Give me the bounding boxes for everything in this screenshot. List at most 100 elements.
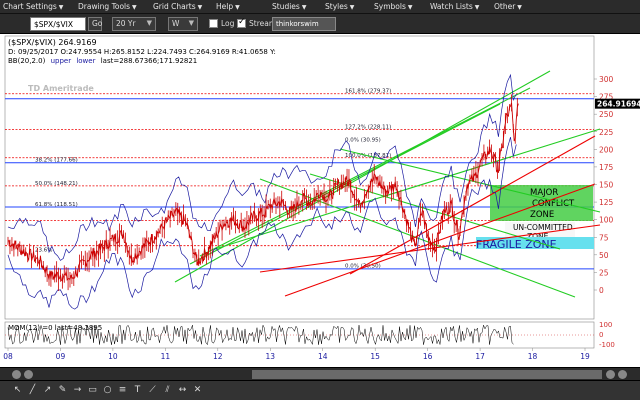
y-tick-label: 225 xyxy=(599,128,614,137)
y-tick-label: 300 xyxy=(599,75,614,84)
circle-tool-icon[interactable]: ○ xyxy=(102,385,113,396)
y-tick-label: 75 xyxy=(599,233,609,242)
y-tick-label: 25 xyxy=(599,268,609,277)
menu-help[interactable]: Help ▼ xyxy=(216,2,240,11)
momentum-legend: MOM(12) =0 last=48.1895 xyxy=(8,324,102,332)
chevron-down-icon: ▼ xyxy=(301,4,307,11)
chevron-down-icon: ▼ xyxy=(235,4,240,11)
fib-label: 0.0% (30.95) xyxy=(345,137,381,143)
menu-label: Studies xyxy=(272,2,300,11)
go-button[interactable]: Go xyxy=(88,17,102,31)
fib-label: 50.0% (148.21) xyxy=(35,181,78,187)
menu-label: Symbols xyxy=(374,2,406,11)
text-tool-icon[interactable]: T xyxy=(132,385,143,396)
x-tick-label: 18 xyxy=(528,352,538,361)
y-tick-label: 175 xyxy=(599,163,614,172)
uncommitted-zone-text: UN-COMMITTED xyxy=(513,223,573,232)
chevron-down-icon: ▼ xyxy=(517,4,522,11)
pointer-tool-icon[interactable]: ↖ xyxy=(12,385,23,396)
menu-grid-charts[interactable]: Grid Charts ▼ xyxy=(153,2,202,11)
menu-watch-lists[interactable]: Watch Lists ▼ xyxy=(430,2,479,11)
menu-bar: Chart Settings ▼ Drawing Tools ▼ Grid Charts… xyxy=(0,0,640,14)
mom-label: MOM(12) xyxy=(8,324,40,332)
bb-legend: BB(20,2.0) upper lower last=288.67366;17… xyxy=(8,57,197,65)
period-select[interactable]: 20 Yr ▼ xyxy=(112,17,156,31)
mom-tick-label: 0 xyxy=(599,331,603,339)
y-tick-label: 200 xyxy=(599,145,614,154)
menu-styles[interactable]: Styles ▼ xyxy=(325,2,354,11)
fib-label: 38.2% (177.66) xyxy=(35,158,78,164)
chevron-down-icon: ▼ xyxy=(474,4,480,11)
chevron-down-icon: ▼ xyxy=(349,4,355,11)
symbol-header: ($SPX/$VIX) 264.9169 xyxy=(8,38,97,47)
y-tick-label: 150 xyxy=(599,181,614,190)
bb-last: last=288.67366;171.92821 xyxy=(101,57,198,65)
clear-tool-icon[interactable]: ✕ xyxy=(192,385,203,396)
menu-label: Watch Lists xyxy=(430,2,473,11)
x-tick-label: 08 xyxy=(3,352,13,361)
menu-drawing-tools[interactable]: Drawing Tools ▼ xyxy=(78,2,137,11)
scroll-left-button[interactable] xyxy=(12,370,21,379)
arrow-tool-icon[interactable]: ↗ xyxy=(42,385,53,396)
menu-symbols[interactable]: Symbols ▼ xyxy=(374,2,412,11)
rectangle-tool-icon[interactable]: ▭ xyxy=(87,385,98,396)
period-value: 20 Yr xyxy=(116,19,136,28)
chart-scrollbar[interactable] xyxy=(0,367,640,380)
symbol-input[interactable] xyxy=(30,17,86,31)
stream-checkbox[interactable] xyxy=(237,17,246,28)
log-label: Log xyxy=(221,19,235,28)
log-checkbox[interactable] xyxy=(209,19,218,28)
chevron-down-icon: ▼ xyxy=(197,4,203,11)
chevron-down-icon: ▼ xyxy=(58,4,64,11)
y-tick-label: 125 xyxy=(599,198,614,207)
line-tool-icon[interactable]: ╱ xyxy=(27,385,38,396)
menu-studies[interactable]: Studies ▼ xyxy=(272,2,306,11)
x-tick-label: 17 xyxy=(475,352,485,361)
y-tick-label: 0 xyxy=(599,286,604,295)
scroll-left-fast-button[interactable] xyxy=(24,370,33,379)
scroll-right-fast-button[interactable] xyxy=(618,370,627,379)
pencil-tool-icon[interactable]: ✎ xyxy=(57,385,68,396)
price-chart[interactable]: ($SPX/$VIX) 264.9169 D: 09/25/2017 O:247… xyxy=(0,34,640,367)
fib-label: 161.8% (279.37) xyxy=(345,88,391,94)
y-tick-label: 250 xyxy=(599,110,614,119)
time-axis: 08 09 10 11 12 13 14 15 16 17 18 19 xyxy=(3,348,590,361)
interval-select[interactable]: W ▼ xyxy=(168,17,198,31)
menu-label: Drawing Tools xyxy=(78,2,131,11)
y-tick-label: 50 xyxy=(599,251,609,260)
fib-tool-icon[interactable]: ≡ xyxy=(117,385,128,396)
menu-label: Other xyxy=(494,2,516,11)
x-tick-label: 12 xyxy=(213,352,223,361)
menu-label: Help xyxy=(216,2,234,11)
major-conflict-text: ZONE xyxy=(530,210,554,220)
bb-lower-label: lower xyxy=(76,57,95,65)
x-tick-label: 13 xyxy=(265,352,275,361)
menu-other[interactable]: Other ▼ xyxy=(494,2,522,11)
channel-tool-icon[interactable]: ⫽ xyxy=(162,385,173,396)
y-tick-label: 100 xyxy=(599,216,614,225)
scroll-right-button[interactable] xyxy=(606,370,615,379)
mom-tick-label: -100 xyxy=(599,341,615,349)
chart-area[interactable]: ($SPX/$VIX) 264.9169 D: 09/25/2017 O:247… xyxy=(0,34,640,367)
ray-tool-icon[interactable]: → xyxy=(72,385,83,396)
chevron-down-icon: ▼ xyxy=(132,4,137,11)
bb-upper-label: upper xyxy=(51,57,72,65)
x-tick-label: 15 xyxy=(370,352,380,361)
x-tick-label: 19 xyxy=(580,352,590,361)
x-tick-label: 16 xyxy=(423,352,433,361)
scroll-thumb[interactable] xyxy=(252,370,602,379)
chevron-down-icon: ▼ xyxy=(407,4,413,11)
td-ameritrade-watermark: TD Ameritrade xyxy=(28,84,94,93)
x-tick-label: 09 xyxy=(56,352,66,361)
measure-tool-icon[interactable]: ↔ xyxy=(177,385,188,396)
menu-label: Grid Charts xyxy=(153,2,196,11)
price-axis: 3002752502252001751501251007550250264.91… xyxy=(594,75,640,295)
fib-label: 127.2% (228.11) xyxy=(345,125,391,131)
x-tick-label: 10 xyxy=(108,352,118,361)
fib-label: 61.8% (118.51) xyxy=(35,202,78,208)
toolbar: Go 20 Yr▼ W▼ Log Stream thinkorswim xyxy=(0,14,640,34)
mom-tick-label: 100 xyxy=(599,321,612,329)
mom-reading: =0 last=48.1895 xyxy=(42,324,102,332)
trendline-tool-icon[interactable]: ⟋ xyxy=(147,385,158,396)
menu-chart-settings[interactable]: Chart Settings ▼ xyxy=(3,2,63,11)
